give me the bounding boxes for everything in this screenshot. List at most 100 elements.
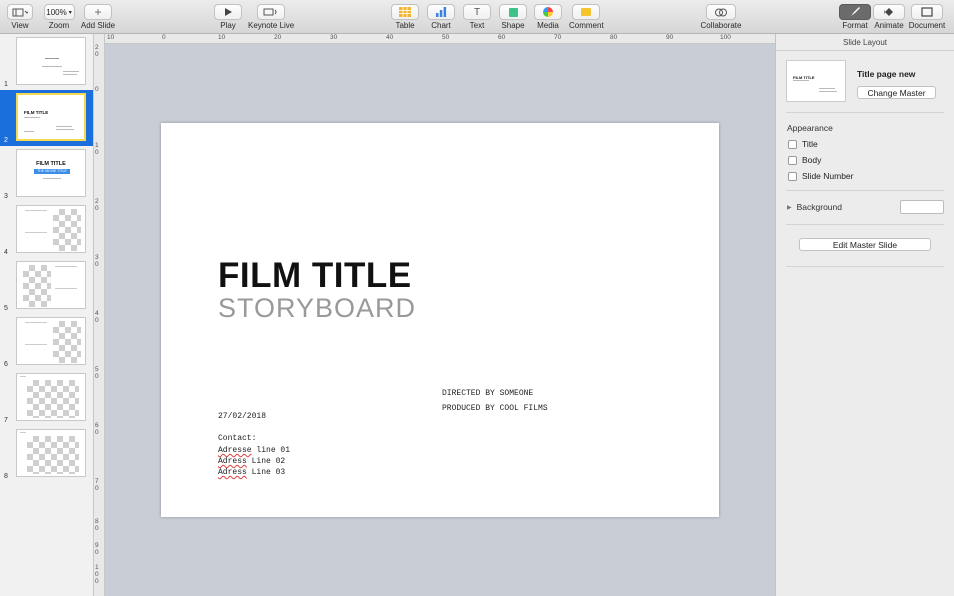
slide-number: 6 bbox=[4, 361, 8, 368]
address-line-2[interactable]: Adress Line 02 bbox=[218, 456, 285, 467]
comment-label: Comment bbox=[569, 21, 604, 30]
checkbox-label: Body bbox=[802, 155, 822, 165]
directed-by-text[interactable]: DIRECTED BY SOMEONE bbox=[442, 388, 533, 399]
comment-button[interactable]: Comment bbox=[569, 4, 604, 30]
thumb-title: FILM TITLE bbox=[24, 110, 49, 115]
address-rest: Line 02 bbox=[246, 457, 286, 466]
slide-preview: FILM TITLE THE MOVIE TITLE bbox=[16, 149, 86, 197]
checkbox-label: Title bbox=[802, 139, 818, 149]
document-button[interactable]: Document bbox=[908, 4, 946, 30]
add-slide-button[interactable]: + Add Slide bbox=[80, 4, 116, 30]
zoom-value: 100% bbox=[46, 7, 67, 17]
slide-thumbnail-3[interactable]: FILM TITLE THE MOVIE TITLE 3 bbox=[0, 146, 93, 202]
media-button[interactable]: Media bbox=[534, 4, 562, 30]
table-label: Table bbox=[395, 21, 415, 30]
master-preview: FILM TITLE bbox=[786, 60, 846, 102]
comment-icon bbox=[572, 4, 600, 20]
slide-thumbnail-7[interactable]: 7 bbox=[0, 370, 93, 426]
thumb-subtitle: THE MOVIE TITLE bbox=[34, 169, 70, 174]
slide-number: 4 bbox=[4, 249, 8, 256]
ruler-tick: 0 bbox=[162, 34, 166, 41]
slide-thumbnail-5[interactable]: 5 bbox=[0, 258, 93, 314]
date-text[interactable]: 27/02/2018 bbox=[218, 411, 266, 422]
ruler-tick: 30 bbox=[330, 34, 338, 41]
slide-preview bbox=[16, 429, 86, 477]
ruler-tick: 8 0 bbox=[95, 518, 99, 532]
edit-master-slide-button[interactable]: Edit Master Slide bbox=[799, 238, 931, 251]
slide-number-checkbox[interactable]: Slide Number bbox=[788, 171, 854, 181]
checkbox-box bbox=[788, 171, 797, 181]
contact-label[interactable]: Contact: bbox=[218, 433, 256, 444]
vertical-ruler: 2 0 0 1 0 2 0 3 0 4 0 5 0 6 0 7 0 8 0 9 … bbox=[94, 34, 105, 596]
slide-number: 7 bbox=[4, 417, 8, 424]
ruler-tick: 20 bbox=[274, 34, 282, 41]
table-button[interactable]: Table bbox=[391, 4, 419, 30]
slide-number: 8 bbox=[4, 473, 8, 480]
slide[interactable]: FILM TITLE STORYBOARD DIRECTED BY SOMEON… bbox=[161, 123, 719, 517]
ruler-tick: 70 bbox=[554, 34, 562, 41]
slide-navigator[interactable]: 1 FILM TITLE 2 FILM TITLE THE MOVIE TITL… bbox=[0, 34, 94, 596]
slide-thumbnail-2[interactable]: FILM TITLE 2 bbox=[0, 90, 93, 146]
slide-number: 2 bbox=[4, 137, 8, 144]
view-button[interactable]: View bbox=[5, 4, 35, 30]
text-label: Text bbox=[469, 21, 485, 30]
ruler-tick: 4 0 bbox=[95, 310, 99, 324]
ruler-tick: 2 0 bbox=[95, 44, 99, 58]
inspector-panel: Slide Layout FILM TITLE Title page new C… bbox=[775, 34, 954, 596]
ruler-tick: 90 bbox=[666, 34, 674, 41]
keynote-live-icon bbox=[257, 4, 285, 20]
slide-subtitle[interactable]: STORYBOARD bbox=[218, 293, 416, 324]
keynote-live-button[interactable]: Keynote Live bbox=[248, 4, 294, 30]
play-label: Play bbox=[220, 21, 236, 30]
background-fill-well[interactable] bbox=[900, 200, 944, 214]
document-icon bbox=[911, 4, 943, 20]
keynote-window: View 100% ▾ Zoom + Add Slide Play Keynot… bbox=[0, 0, 954, 596]
zoom-dropdown[interactable]: 100% ▾ Zoom bbox=[43, 4, 75, 30]
disclosure-triangle-icon: ▶ bbox=[787, 204, 792, 211]
chevron-down-icon: ▾ bbox=[68, 9, 72, 16]
slide-thumbnail-6[interactable]: 6 bbox=[0, 314, 93, 370]
chart-icon bbox=[427, 4, 455, 20]
background-disclosure[interactable]: ▶ Background bbox=[787, 202, 842, 212]
produced-by-text[interactable]: PRODUCED BY COOL FILMS bbox=[442, 403, 548, 414]
slide-canvas[interactable]: FILM TITLE STORYBOARD DIRECTED BY SOMEON… bbox=[105, 44, 775, 596]
keynote-live-label: Keynote Live bbox=[248, 21, 295, 30]
checkbox-box bbox=[788, 139, 797, 149]
master-name: Title page new bbox=[857, 69, 916, 79]
animate-button[interactable]: Animate bbox=[873, 4, 905, 30]
ruler-tick: 50 bbox=[442, 34, 450, 41]
text-icon: T bbox=[463, 4, 491, 20]
slide-thumbnail-1[interactable]: 1 bbox=[0, 34, 93, 90]
title-checkbox[interactable]: Title bbox=[788, 139, 818, 149]
slide-number: 3 bbox=[4, 193, 8, 200]
appearance-heading: Appearance bbox=[787, 123, 833, 133]
address-line-1[interactable]: Adresse line 01 bbox=[218, 445, 290, 456]
change-master-button[interactable]: Change Master bbox=[857, 86, 936, 99]
chart-button[interactable]: Chart bbox=[427, 4, 455, 30]
divider bbox=[786, 266, 944, 267]
misspelled-word: Adress bbox=[218, 457, 247, 466]
text-button[interactable]: T Text bbox=[463, 4, 491, 30]
ruler-tick: 6 0 bbox=[95, 422, 99, 436]
ruler-tick: 1 0 bbox=[95, 142, 99, 156]
slide-thumbnail-4[interactable]: 4 bbox=[0, 202, 93, 258]
play-button[interactable]: Play bbox=[213, 4, 243, 30]
ruler-tick: 80 bbox=[610, 34, 618, 41]
address-line-3[interactable]: Adress Line 03 bbox=[218, 467, 285, 478]
checkbox-box bbox=[788, 155, 797, 165]
ruler-tick: 9 0 bbox=[95, 542, 99, 556]
slide-title[interactable]: FILM TITLE bbox=[218, 256, 412, 296]
format-button[interactable]: Format bbox=[839, 4, 871, 30]
slide-thumbnail-8[interactable]: 8 bbox=[0, 426, 93, 482]
play-icon bbox=[214, 4, 242, 20]
body-checkbox[interactable]: Body bbox=[788, 155, 821, 165]
media-label: Media bbox=[537, 21, 559, 30]
misspelled-word: Adress bbox=[218, 468, 247, 477]
chart-label: Chart bbox=[431, 21, 451, 30]
ruler-tick: 3 0 bbox=[95, 254, 99, 268]
slide-preview bbox=[16, 37, 86, 85]
shape-button[interactable]: Shape bbox=[499, 4, 527, 30]
slide-number: 1 bbox=[4, 81, 8, 88]
horizontal-ruler: 10 0 10 20 30 40 50 60 70 80 90 100 bbox=[105, 34, 775, 44]
collaborate-button[interactable]: Collaborate bbox=[700, 4, 742, 30]
